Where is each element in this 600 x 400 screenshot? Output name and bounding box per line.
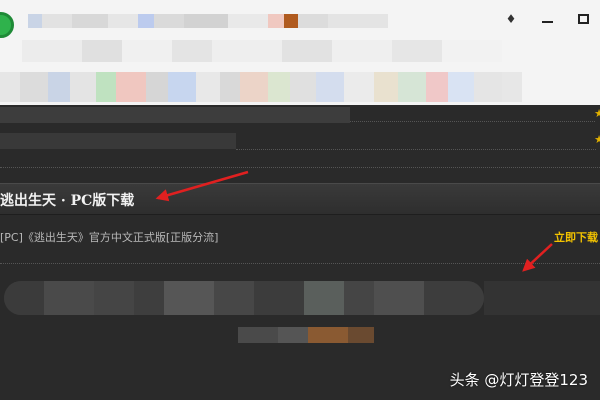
blurred-bookmark-bar — [0, 72, 522, 102]
star-icon: ★ — [594, 133, 600, 146]
maximize-icon — [577, 14, 589, 24]
browser-chrome: ♦ — [0, 0, 600, 105]
star-icon: ★ — [594, 107, 600, 120]
download-now-link[interactable]: 立即下载 — [554, 229, 598, 245]
blurred-text-line — [0, 107, 350, 123]
dotted-divider — [0, 263, 600, 264]
blurred-footer-text — [238, 327, 374, 343]
minimize-icon — [541, 21, 553, 23]
blurred-address-bar — [22, 40, 502, 62]
minimize-button[interactable] — [540, 12, 554, 26]
shirt-icon[interactable]: ♦ — [504, 12, 518, 26]
blurred-text-line — [0, 133, 236, 149]
blurred-bar-tail — [484, 281, 600, 315]
browser-logo-icon — [0, 12, 14, 38]
dotted-divider — [0, 167, 600, 168]
dotted-divider — [350, 121, 595, 122]
blurred-tab-strip — [28, 14, 388, 28]
dotted-divider — [236, 149, 596, 150]
download-description: [PC]《逃出生天》官方中文正式版[正版分流] — [0, 231, 219, 244]
blurred-search-bar — [4, 281, 484, 315]
watermark-text: 头条 @灯灯登登123 — [449, 371, 588, 389]
section-title: 逃出生天 · PC版下载 — [0, 193, 135, 209]
page-content: ★ ★ 逃出生天 · PC版下载 [PC]《逃出生天》官方中文正式版[正版分流]… — [0, 105, 600, 400]
section-header-bar: 逃出生天 · PC版下载 — [0, 183, 600, 215]
download-row: [PC]《逃出生天》官方中文正式版[正版分流] 立即下载 — [0, 225, 600, 249]
window-controls: ♦ — [504, 8, 590, 30]
maximize-button[interactable] — [576, 12, 590, 26]
